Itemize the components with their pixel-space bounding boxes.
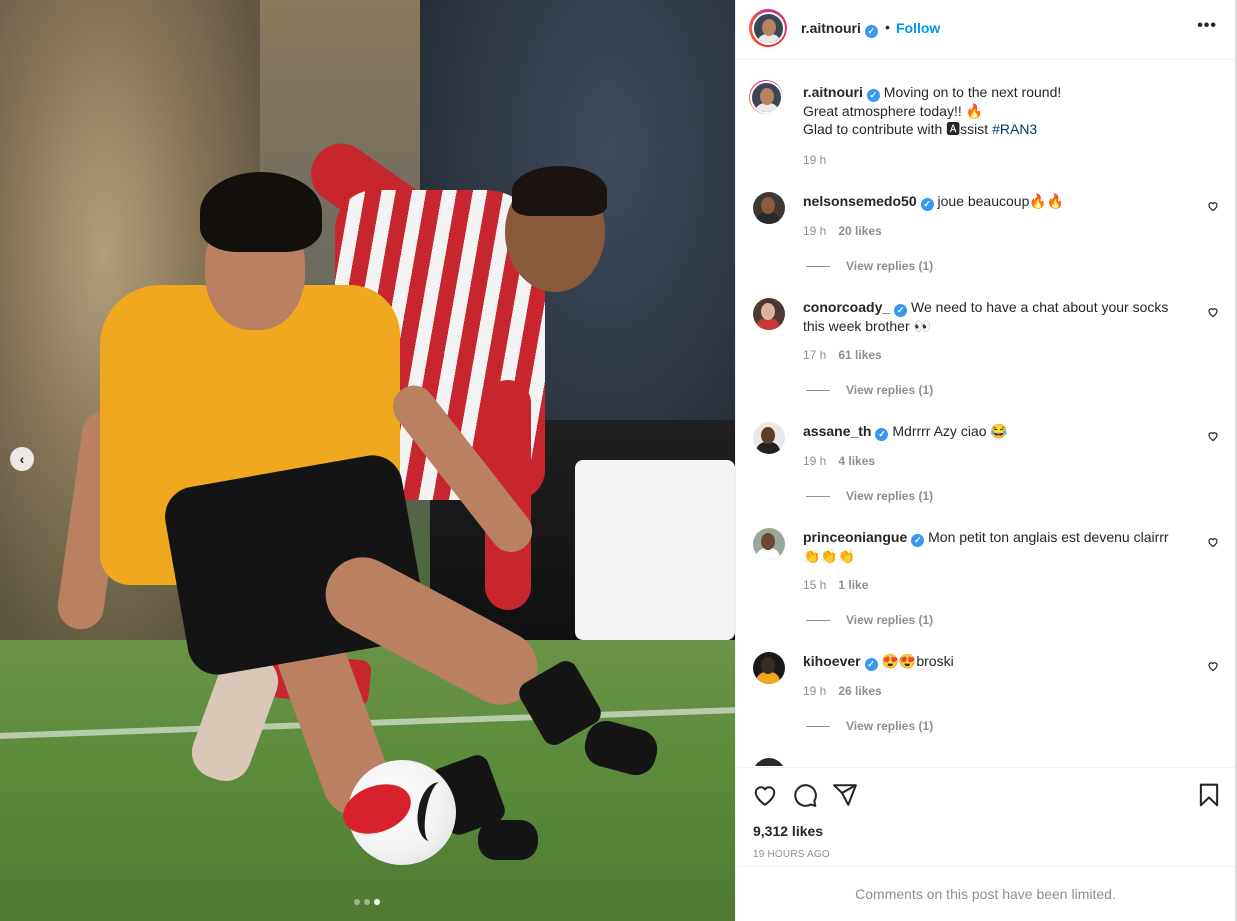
- caption-time: 19 h: [803, 153, 827, 167]
- caption-username[interactable]: r.aitnouri: [803, 84, 863, 100]
- comment-likes[interactable]: 61 likes: [838, 348, 881, 362]
- verified-icon: ✓: [864, 25, 878, 38]
- comment-time: 19 h: [803, 224, 827, 238]
- photo-boot: [478, 820, 538, 860]
- likes-count[interactable]: 9,312 likes: [753, 823, 823, 839]
- comment-likes[interactable]: 4 likes: [838, 454, 875, 468]
- replies-line: [806, 265, 830, 267]
- comment-username[interactable]: princeoniangue: [803, 529, 907, 545]
- heart-icon[interactable]: [1207, 306, 1219, 318]
- view-replies-label: View replies (1): [846, 489, 934, 503]
- caption-line: Great atmosphere today!! 🔥: [803, 102, 984, 119]
- comment-username[interactable]: assane_th: [803, 423, 871, 439]
- comment-meta: 19 h 4 likes: [803, 454, 875, 468]
- heart-icon[interactable]: [1207, 430, 1219, 442]
- view-replies-label: View replies (1): [846, 383, 934, 397]
- carousel-dot-active: [374, 899, 380, 905]
- caption-line: Glad to contribute with 🅰ssist: [803, 120, 989, 137]
- photo-red-player-hair: [512, 166, 607, 216]
- chevron-left-icon: ‹: [19, 451, 25, 467]
- post-timestamp: 19 HOURS AGO: [753, 849, 830, 860]
- replies-line: [806, 495, 830, 497]
- photo-football: [336, 760, 457, 865]
- view-replies-label: View replies (1): [846, 719, 934, 733]
- comment-body: 😍😍broski: [881, 653, 954, 669]
- verified-icon: ✓: [875, 427, 889, 441]
- view-replies-label: View replies (1): [846, 613, 934, 627]
- comment-meta: 15 h 1 like: [803, 578, 868, 592]
- view-replies-button[interactable]: View replies (1): [806, 613, 933, 627]
- verified-icon: ✓: [866, 88, 880, 102]
- view-replies-button[interactable]: View replies (1): [806, 383, 933, 397]
- comment-body: joue beaucoup🔥🔥: [937, 193, 1065, 209]
- avatar[interactable]: [752, 527, 786, 561]
- view-replies-label: View replies (1): [846, 259, 934, 273]
- view-replies-button[interactable]: View replies (1): [806, 719, 933, 733]
- caption-text: r.aitnouri ✓ Moving on to the next round!…: [803, 83, 1188, 138]
- comments-list[interactable]: r.aitnouri ✓ Moving on to the next round!…: [736, 61, 1235, 766]
- share-icon[interactable]: [832, 782, 858, 808]
- comment-meta: 17 h 61 likes: [803, 348, 882, 362]
- comment-username[interactable]: conorcoady_: [803, 299, 890, 315]
- comment-time: 19 h: [803, 684, 827, 698]
- post-side-panel: r.aitnouri ✓ • Follow ••• r.aitnouri ✓ Mov…: [735, 0, 1237, 921]
- comment-meta: 19 h 20 likes: [803, 224, 882, 238]
- caption-line: Moving on to the next round!: [883, 84, 1062, 100]
- follow-button[interactable]: Follow: [896, 20, 940, 36]
- hashtag-link[interactable]: #RAN3: [992, 121, 1037, 137]
- comment-likes[interactable]: 26 likes: [838, 684, 881, 698]
- replies-line: [806, 389, 830, 391]
- avatar[interactable]: [749, 80, 783, 114]
- avatar[interactable]: [752, 421, 786, 455]
- verified-icon: ✓: [894, 303, 908, 317]
- heart-icon[interactable]: [1207, 660, 1219, 672]
- view-replies-button[interactable]: View replies (1): [806, 259, 933, 273]
- heart-icon[interactable]: [752, 782, 778, 808]
- separator-dot: •: [885, 19, 890, 35]
- comment-meta: 19 h 26 likes: [803, 684, 882, 698]
- comment-time: 15 h: [803, 578, 827, 592]
- verified-icon: ✓: [864, 657, 878, 671]
- comment-text: kihoever ✓ 😍😍broski: [803, 652, 1188, 671]
- comment-likes[interactable]: 20 likes: [838, 224, 881, 238]
- comment-username[interactable]: nelsonsemedo50: [803, 193, 917, 209]
- comment-text: assane_th ✓ Mdrrrr Azy ciao 😂: [803, 422, 1188, 441]
- comments-limited-notice: Comments on this post have been limited.: [736, 866, 1235, 921]
- avatar[interactable]: [749, 9, 787, 47]
- verified-icon: ✓: [911, 533, 925, 547]
- carousel-dot: [354, 899, 360, 905]
- caption-meta: 19 h: [803, 153, 826, 167]
- carousel-dot: [364, 899, 370, 905]
- comment-time: 19 h: [803, 454, 827, 468]
- avatar[interactable]: [752, 651, 786, 685]
- carousel-prev-button[interactable]: ‹: [10, 447, 34, 471]
- photo-yellow-player-hair: [200, 172, 322, 252]
- more-icon[interactable]: •••: [1197, 17, 1217, 35]
- post-header: r.aitnouri ✓ • Follow •••: [736, 0, 1235, 60]
- view-replies-button[interactable]: View replies (1): [806, 489, 933, 503]
- author-username[interactable]: r.aitnouri ✓: [801, 20, 878, 38]
- post-actions: 9,312 likes 19 HOURS AGO: [736, 767, 1235, 867]
- avatar[interactable]: [752, 297, 786, 331]
- heart-icon[interactable]: [1207, 200, 1219, 212]
- replies-line: [806, 725, 830, 727]
- avatar[interactable]: [752, 191, 786, 225]
- comment-username[interactable]: kihoever: [803, 653, 861, 669]
- heart-icon[interactable]: [1207, 536, 1219, 548]
- comment-icon[interactable]: [792, 782, 818, 808]
- comment-time: 17 h: [803, 348, 827, 362]
- avatar[interactable]: [752, 757, 786, 766]
- comment-text: princeoniangue ✓ Mon petit ton anglais es…: [803, 528, 1188, 565]
- verified-icon: ✓: [920, 197, 934, 211]
- comment-likes[interactable]: 1 like: [838, 578, 868, 592]
- comment-body: Mdrrrr Azy ciao 😂: [892, 423, 1008, 439]
- comment-text: conorcoady_ ✓ We need to have a chat abou…: [803, 298, 1188, 335]
- carousel-indicator: [354, 899, 380, 905]
- replies-line: [806, 619, 830, 621]
- bookmark-icon[interactable]: [1196, 782, 1222, 808]
- post-photo: ‹: [0, 0, 735, 921]
- comment-text: nelsonsemedo50 ✓ joue beaucoup🔥🔥: [803, 192, 1188, 211]
